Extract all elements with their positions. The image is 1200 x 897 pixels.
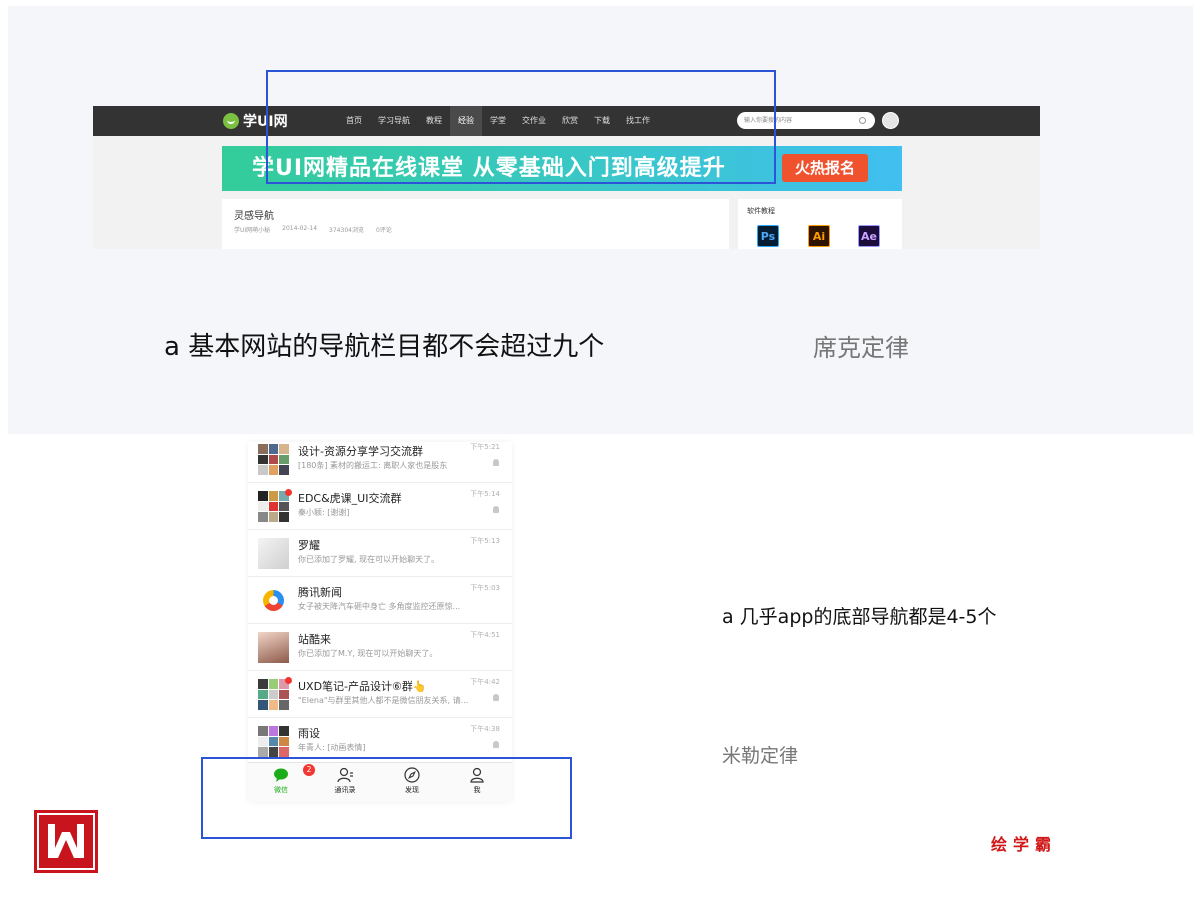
chat-item[interactable]: EDC&虎课_UI交流群 秦小颖: [谢谢] 下午5:14 [248, 483, 512, 530]
article-title[interactable]: 灵感导航 [234, 207, 274, 222]
software-tutorial-panel: 软件教程 Ps Ai Ae [738, 199, 902, 249]
w-logo [34, 810, 98, 873]
chat-name: UXD笔记-产品设计⑥群👆 [298, 680, 427, 693]
bottom-panel [8, 442, 1193, 894]
mute-icon [493, 459, 499, 466]
chat-message: 你已添加了罗耀, 现在可以开始聊天了。 [298, 555, 440, 564]
chat-message: 你已添加了M.Y, 现在可以开始聊天了。 [298, 649, 438, 658]
group-avatar [258, 491, 289, 522]
chat-message: [180条] 素材的搬运工: 离职人家也是股东 [298, 461, 448, 470]
article-comments: 0评论 [375, 227, 392, 234]
unread-dot [285, 677, 292, 684]
chat-name: 设计-资源分享学习交流群 [298, 445, 423, 458]
tabbar-highlight-box [201, 757, 572, 839]
chat-name: 站酷来 [298, 633, 331, 646]
article-views: 374304浏览 [329, 227, 364, 234]
photoshop-icon[interactable]: Ps [757, 225, 779, 247]
chat-time: 下午5:14 [470, 490, 500, 498]
chat-message: 秦小颖: [谢谢] [298, 508, 350, 517]
group-avatar [258, 444, 289, 475]
article-card: 灵感导航 学UI网萌小秘 2014-02-14 374304浏览 0评论 [222, 199, 729, 249]
mute-icon [493, 741, 499, 748]
mute-icon [493, 506, 499, 513]
brand-label: 绘学霸 [991, 835, 1058, 854]
chat-time: 下午4:38 [470, 725, 500, 733]
caption-bottom: a 几乎app的底部导航都是4-5个 [722, 606, 997, 628]
nav-highlight-box [266, 70, 776, 184]
banner-signup-button[interactable]: 火热报名 [782, 154, 868, 182]
chat-message: 年青人: [动画表情] [298, 743, 366, 752]
contact-avatar [258, 538, 289, 569]
caption-top: a 基本网站的导航栏目都不会超过九个 [164, 332, 605, 362]
chat-time: 下午4:42 [470, 678, 500, 686]
article-author: 学UI网萌小秘 [234, 227, 271, 234]
logo-icon [223, 113, 239, 129]
chat-name: EDC&虎课_UI交流群 [298, 492, 402, 505]
tencent-news-avatar [258, 585, 289, 616]
chat-name: 腾讯新闻 [298, 586, 342, 599]
chat-message: 女子被天降汽车砸中身亡 多角度监控还原惊... [298, 602, 461, 611]
chat-time: 下午5:21 [470, 443, 500, 451]
unread-dot [285, 489, 292, 496]
user-avatar[interactable] [882, 112, 899, 129]
contact-avatar [258, 632, 289, 663]
mute-icon [493, 694, 499, 701]
chat-time: 下午5:13 [470, 537, 500, 545]
wechat-screenshot: 设计-资源分享学习交流群 [180条] 素材的搬运工: 离职人家也是股东 下午5… [248, 442, 512, 802]
chat-time: 下午4:51 [470, 631, 500, 639]
chat-message: "Elena"与群里其他人都不是微信朋友关系, 请... [298, 696, 469, 705]
group-avatar [258, 726, 289, 757]
chat-item[interactable]: 设计-资源分享学习交流群 [180条] 素材的搬运工: 离职人家也是股东 下午5… [248, 442, 512, 483]
chat-item[interactable]: 罗耀 你已添加了罗耀, 现在可以开始聊天了。 下午5:13 [248, 530, 512, 577]
article-date: 2014-02-14 [282, 225, 318, 232]
search-icon[interactable] [859, 117, 866, 124]
chat-name: 罗耀 [298, 539, 320, 552]
chat-item[interactable]: UXD笔记-产品设计⑥群👆 "Elena"与群里其他人都不是微信朋友关系, 请.… [248, 671, 512, 718]
chat-item[interactable]: 站酷来 你已添加了M.Y, 现在可以开始聊天了。 下午4:51 [248, 624, 512, 671]
after-effects-icon[interactable]: Ae [858, 225, 880, 247]
chat-item[interactable]: 腾讯新闻 女子被天降汽车砸中身亡 多角度监控还原惊... 下午5:03 [248, 577, 512, 624]
article-meta: 学UI网萌小秘 2014-02-14 374304浏览 0评论 [234, 225, 392, 234]
illustrator-icon[interactable]: Ai [808, 225, 830, 247]
law-label-top: 席克定律 [813, 334, 909, 362]
law-label-bottom: 米勒定律 [722, 745, 799, 767]
chat-name: 雨设 [298, 727, 320, 740]
group-avatar [258, 679, 289, 710]
side-title: 软件教程 [747, 207, 775, 215]
chat-time: 下午5:03 [470, 584, 500, 592]
